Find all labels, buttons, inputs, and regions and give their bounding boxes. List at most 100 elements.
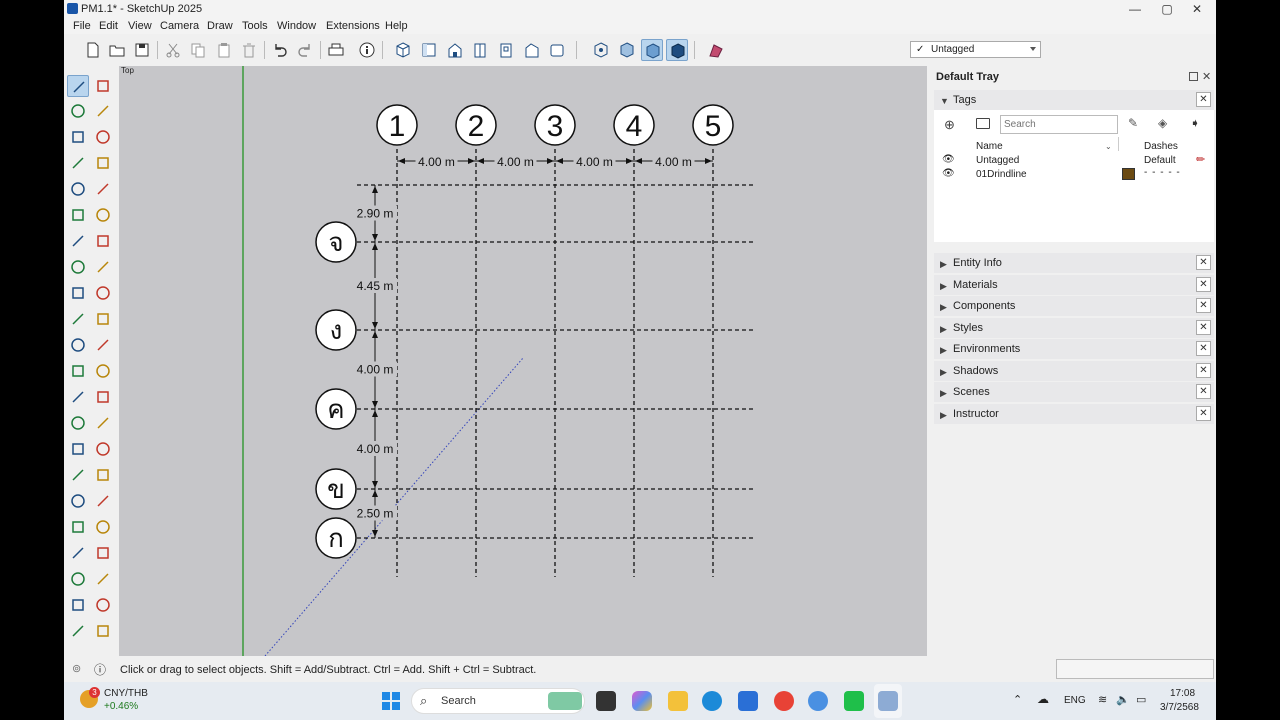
add-tag-icon[interactable]: ⊕ xyxy=(944,117,955,133)
model-info-icon[interactable] xyxy=(356,39,378,61)
text-icon[interactable] xyxy=(92,412,114,434)
panel-materials[interactable]: ▶ Materials ✕ xyxy=(934,274,1214,295)
details-arrow-icon[interactable]: ➧ xyxy=(1190,116,1200,130)
menu-tools[interactable]: Tools xyxy=(242,20,268,32)
menu-extensions[interactable]: Extensions xyxy=(326,20,380,32)
rotate-icon[interactable] xyxy=(67,308,89,330)
add-tag-folder-icon[interactable] xyxy=(976,118,990,129)
paste-icon[interactable] xyxy=(213,39,235,61)
close-icon[interactable]: ✕ xyxy=(1196,298,1211,313)
store-icon[interactable] xyxy=(738,691,758,711)
hand-pan-icon[interactable] xyxy=(92,464,114,486)
tag-tool-icon[interactable] xyxy=(67,126,89,148)
freehand-icon[interactable] xyxy=(92,152,114,174)
windows-start-icon[interactable] xyxy=(382,692,400,710)
move-icon[interactable] xyxy=(67,282,89,304)
offset-icon[interactable] xyxy=(92,334,114,356)
paint-bucket-icon[interactable] xyxy=(67,100,89,122)
tag-dashes[interactable]: Default xyxy=(1144,155,1176,166)
solid-tools-icon[interactable] xyxy=(67,360,89,382)
maximize-button[interactable]: ▢ xyxy=(1152,1,1182,17)
volume-icon[interactable]: 🔈 xyxy=(1116,693,1130,706)
polygon-icon[interactable] xyxy=(92,204,114,226)
close-icon[interactable]: ✕ xyxy=(1196,362,1211,378)
language-indicator[interactable]: ENG xyxy=(1064,695,1086,706)
left-view-icon[interactable] xyxy=(521,39,543,61)
tags-header[interactable]: ▼ Tags ✕ xyxy=(934,90,1214,110)
tape-measure-icon[interactable] xyxy=(67,386,89,408)
shaded-icon[interactable] xyxy=(641,39,663,61)
3pt-arc-icon[interactable] xyxy=(67,256,89,278)
shaded-texture-icon[interactable] xyxy=(666,39,688,61)
close-icon[interactable]: ✕ xyxy=(1196,405,1211,421)
circle-icon[interactable] xyxy=(67,204,89,226)
task-view-icon[interactable] xyxy=(596,691,616,711)
bottom-view-icon[interactable] xyxy=(546,39,568,61)
wireframe-icon[interactable] xyxy=(616,39,638,61)
open-folder-icon[interactable] xyxy=(106,39,128,61)
close-button[interactable]: ✕ xyxy=(1182,1,1212,17)
axes-icon[interactable] xyxy=(67,438,89,460)
walk-icon[interactable] xyxy=(92,542,114,564)
visibility-eye-icon[interactable]: 👁 xyxy=(942,154,955,165)
close-icon[interactable]: ✕ xyxy=(1196,92,1211,107)
column-name-header[interactable]: Name xyxy=(976,141,1003,152)
close-icon[interactable]: ✕ xyxy=(1196,319,1211,335)
menu-window[interactable]: Window xyxy=(277,20,316,32)
section-plane-icon[interactable] xyxy=(705,39,727,61)
zoom-window-icon[interactable] xyxy=(92,490,114,512)
previous-view-icon[interactable] xyxy=(92,516,114,538)
panel-instructor[interactable]: ▶ Instructor ✕ xyxy=(934,403,1214,424)
clock-time[interactable]: 17:08 xyxy=(1170,688,1195,699)
menu-help[interactable]: Help xyxy=(385,20,408,32)
dimension-icon[interactable] xyxy=(92,386,114,408)
close-tray-icon[interactable]: ✕ xyxy=(1202,70,1211,83)
menu-draw[interactable]: Draw xyxy=(207,20,233,32)
menu-camera[interactable]: Camera xyxy=(160,20,199,32)
copilot-icon[interactable] xyxy=(632,691,652,711)
position-camera-icon[interactable] xyxy=(67,542,89,564)
tag-search-input[interactable] xyxy=(1000,115,1118,134)
smoove-icon[interactable] xyxy=(92,620,114,642)
panel-environments[interactable]: ▶ Environments ✕ xyxy=(934,339,1214,359)
minimize-button[interactable]: — xyxy=(1120,1,1150,17)
flip-icon[interactable] xyxy=(92,360,114,382)
protractor-icon[interactable] xyxy=(67,412,89,434)
push-pull-icon[interactable] xyxy=(92,282,114,304)
line-icon[interactable] xyxy=(67,152,89,174)
save-icon[interactable] xyxy=(131,39,153,61)
visibility-eye-icon[interactable]: 👁 xyxy=(942,168,955,179)
top-view-icon[interactable] xyxy=(418,39,440,61)
close-icon[interactable]: ✕ xyxy=(1196,341,1211,356)
select-icon[interactable] xyxy=(67,75,89,97)
geo-location-icon[interactable]: ⊚ xyxy=(72,662,81,675)
back-view-icon[interactable] xyxy=(495,39,517,61)
rectangle-icon[interactable] xyxy=(67,178,89,200)
close-icon[interactable]: ✕ xyxy=(1196,384,1211,399)
iso-view-icon[interactable] xyxy=(392,39,414,61)
zoom-extents-icon[interactable] xyxy=(67,516,89,538)
taskbar-search[interactable]: ⌕ Search xyxy=(411,688,585,714)
panel-components[interactable]: ▶ Components ✕ xyxy=(934,296,1214,316)
3d-text-icon[interactable] xyxy=(92,438,114,460)
close-icon[interactable]: ✕ xyxy=(1196,276,1211,292)
cloud-icon[interactable]: ☁ xyxy=(1037,692,1049,706)
tag-dashes[interactable]: - - - - - xyxy=(1144,167,1181,178)
rotated-rectangle-icon[interactable] xyxy=(92,178,114,200)
lasso-select-icon[interactable] xyxy=(92,75,114,97)
ticker-label[interactable]: CNY/THB xyxy=(104,688,148,699)
line-app-icon[interactable] xyxy=(844,691,864,711)
redo-icon[interactable] xyxy=(294,39,316,61)
drape-icon[interactable] xyxy=(67,620,89,642)
stamp-icon[interactable] xyxy=(92,594,114,616)
menu-file[interactable]: File xyxy=(73,20,91,32)
sort-chevron-icon[interactable]: ⌄ xyxy=(1105,142,1112,151)
panel-shadows[interactable]: ▶ Shadows ✕ xyxy=(934,360,1214,381)
pie-icon[interactable] xyxy=(92,256,114,278)
file-explorer-icon[interactable] xyxy=(668,691,688,711)
tag-selector-dropdown[interactable]: ✓ Untagged xyxy=(910,41,1041,58)
zoom-icon[interactable] xyxy=(67,490,89,512)
tag-name[interactable]: 01Drindline xyxy=(976,169,1027,180)
arc-icon[interactable] xyxy=(67,230,89,252)
scale-icon[interactable] xyxy=(67,334,89,356)
